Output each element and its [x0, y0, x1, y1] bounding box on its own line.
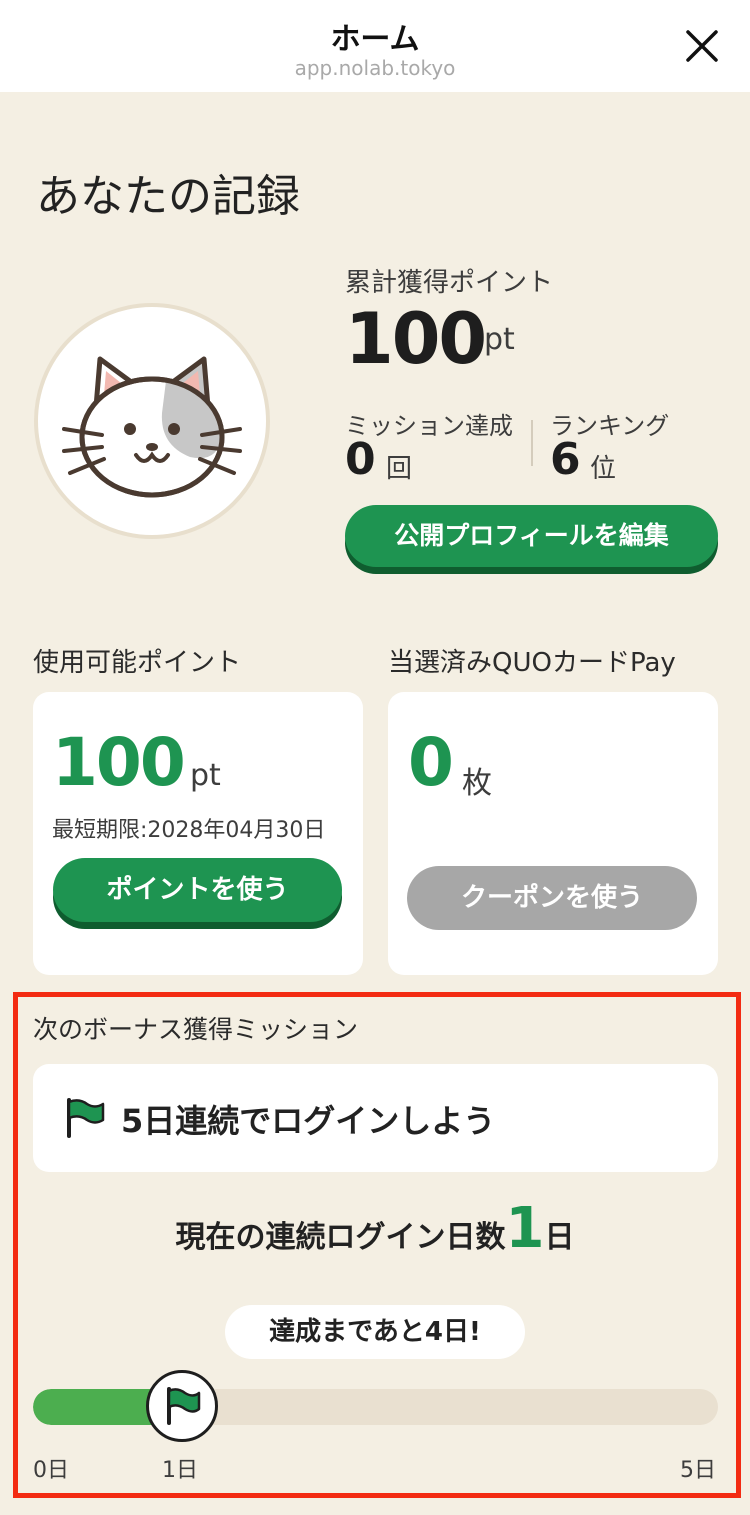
page-url: app.nolab.tokyo	[294, 56, 456, 80]
streak-prefix: 現在の連続ログイン日数	[175, 1220, 506, 1255]
usable-points-unit: pt	[190, 758, 221, 793]
bonus-mission-label: 次のボーナス獲得ミッション	[33, 1015, 359, 1044]
progress-track	[33, 1389, 718, 1425]
total-points-unit: pt	[484, 322, 515, 357]
edit-profile-button[interactable]: 公開プロフィールを編集	[345, 505, 718, 567]
ranking-unit: 位	[590, 454, 617, 484]
tick-current-label: 1日	[162, 1458, 198, 1483]
progress-marker	[146, 1370, 218, 1442]
mission-count-unit: 回	[386, 454, 413, 484]
tick-start-label: 0日	[33, 1458, 69, 1483]
use-points-button[interactable]: ポイントを使う	[53, 858, 342, 922]
use-coupon-button[interactable]: クーポンを使う	[407, 866, 697, 930]
streak-line: 現在の連続ログイン日数1日	[0, 1196, 750, 1261]
mission-count-value: 0	[345, 434, 376, 485]
mission-card: 5日連続でログインしよう	[33, 1064, 718, 1172]
browser-header: ホーム app.nolab.tokyo	[0, 0, 750, 92]
flag-icon	[67, 1098, 105, 1138]
quo-card-label: 当選済みQUOカードPay	[388, 648, 676, 678]
tick-end-label: 5日	[680, 1458, 716, 1483]
record-heading: あなたの記録	[36, 171, 300, 222]
quo-card-unit: 枚	[462, 766, 492, 801]
cat-avatar-icon	[62, 356, 242, 498]
stat-divider	[531, 420, 533, 466]
total-points-value: 100	[345, 298, 487, 380]
avatar	[34, 303, 270, 539]
page-title: ホーム	[330, 22, 420, 57]
close-icon[interactable]	[684, 28, 720, 64]
remaining-days-badge: 達成まであと4日!	[225, 1305, 525, 1359]
total-points-label: 累計獲得ポイント	[345, 268, 554, 298]
usable-points-label: 使用可能ポイント	[33, 648, 242, 678]
mission-title: 5日連続でログインしよう	[121, 1102, 496, 1140]
usable-points-value: 100	[52, 724, 186, 801]
streak-suffix: 日	[544, 1220, 575, 1255]
streak-value: 1	[505, 1196, 545, 1261]
points-expiry: 最短期限:2028年04月30日	[52, 818, 326, 843]
progress-fill	[33, 1389, 160, 1425]
ranking-value: 6	[550, 434, 581, 485]
quo-card-value: 0	[408, 724, 454, 801]
flag-icon	[167, 1387, 201, 1425]
